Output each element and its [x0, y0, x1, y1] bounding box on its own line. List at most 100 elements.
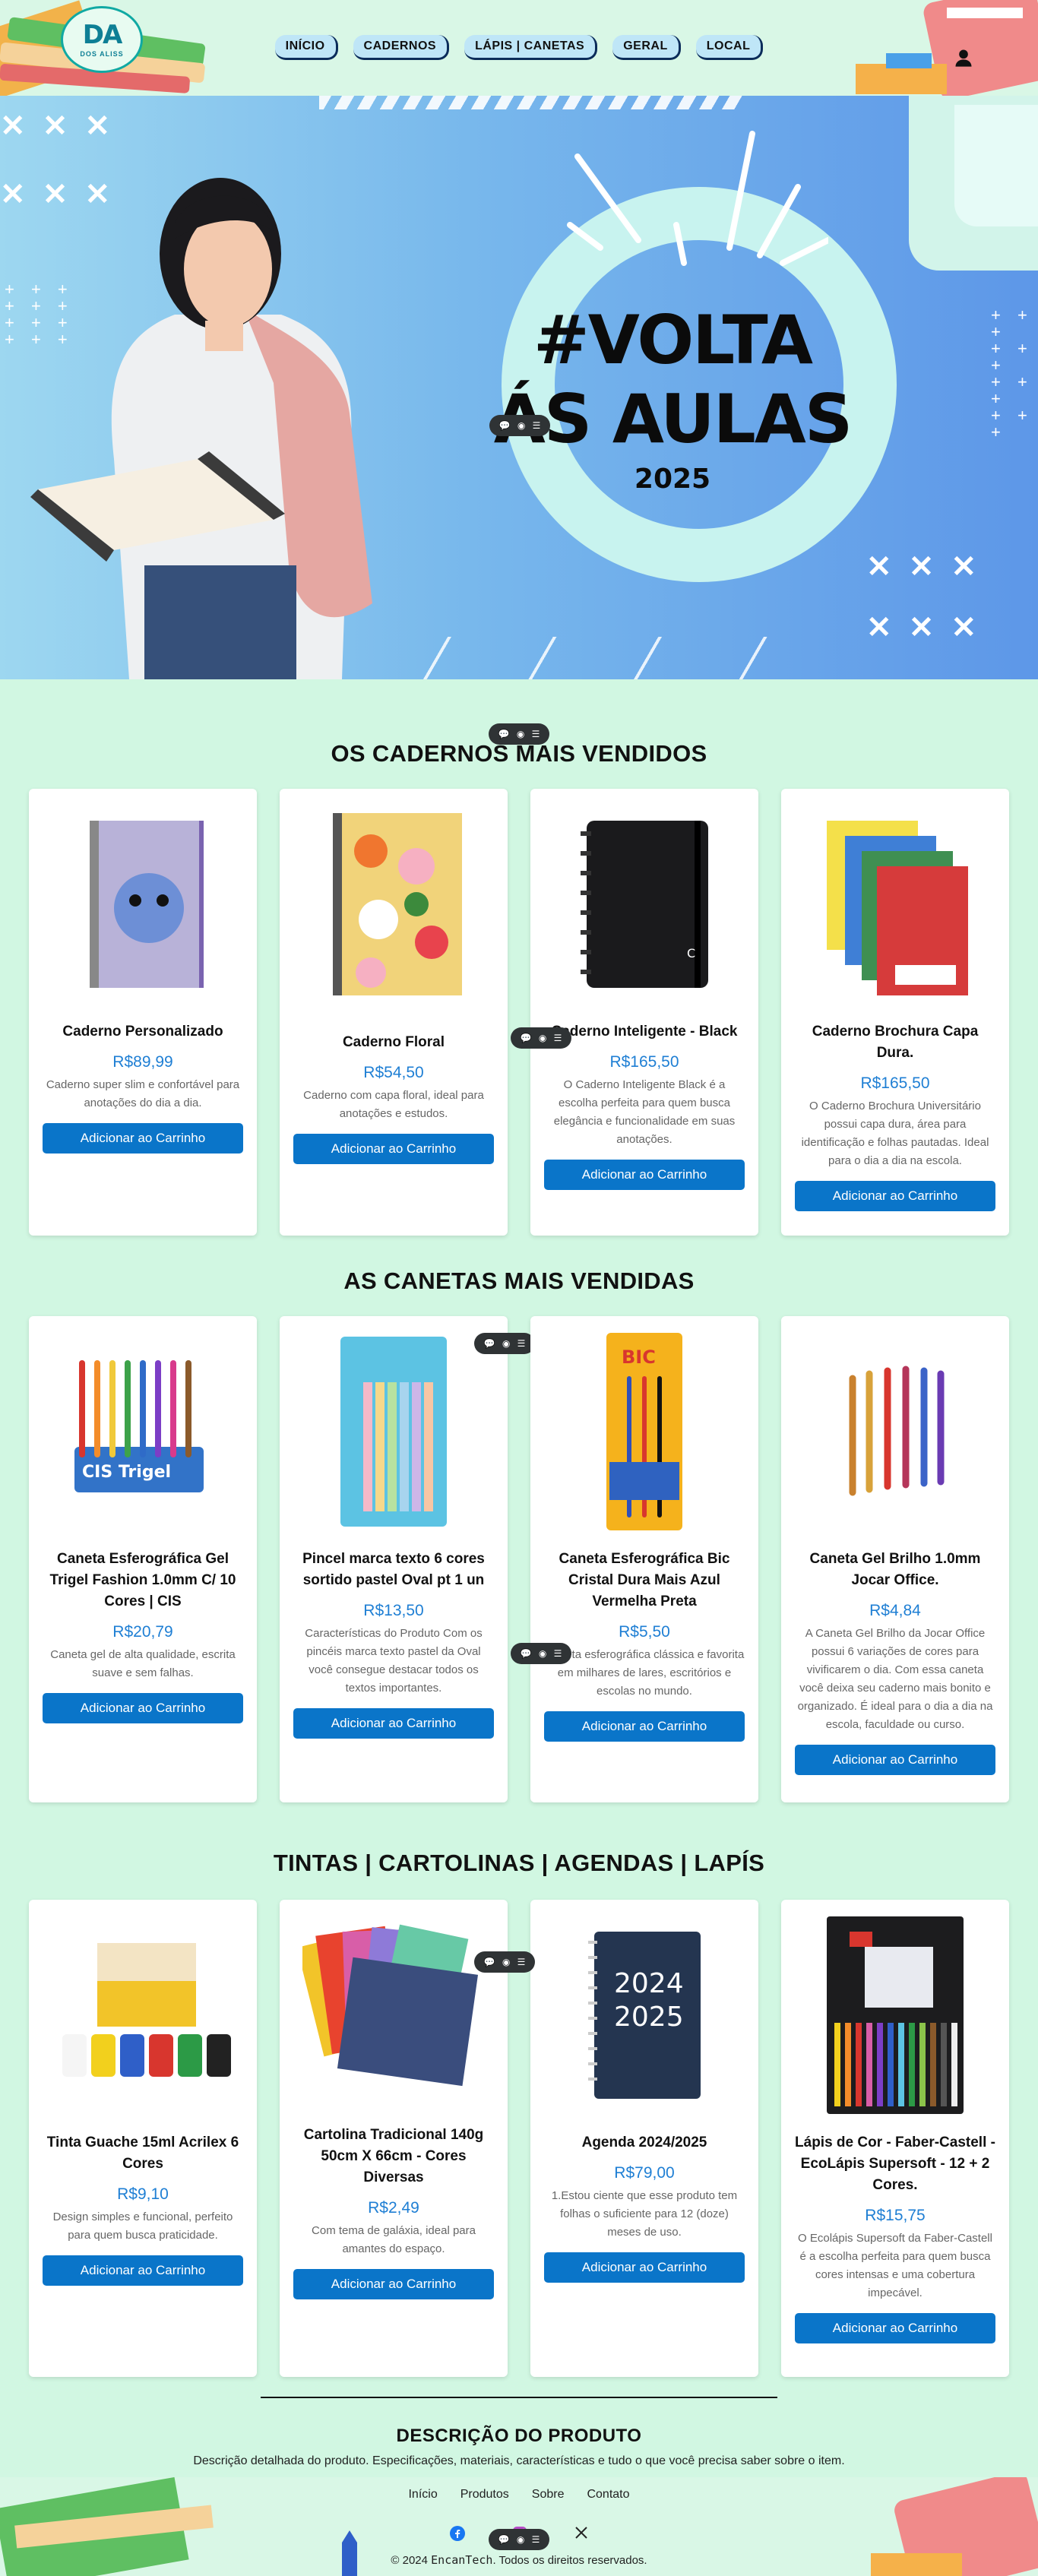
product-description: 1.Estou ciente que esse produto tem folh… [551, 2189, 738, 2239]
add-to-cart-button[interactable]: Adicionar ao Carrinho [43, 1693, 243, 1723]
eye-icon[interactable]: ◉ [539, 1033, 546, 1043]
menu-icon[interactable]: ☰ [532, 729, 540, 739]
add-to-cart-button[interactable]: Adicionar ao Carrinho [293, 1134, 494, 1164]
student-illustration [30, 178, 372, 679]
facebook-icon[interactable] [450, 2526, 465, 2545]
add-to-cart-button[interactable]: Adicionar ao Carrinho [795, 1745, 995, 1775]
product-name: Caderno Inteligente - Black [551, 1024, 738, 1040]
product-card: Caderno Brochura Capa Dura. R$165,50 O C… [781, 789, 1009, 1236]
comment-icon[interactable]: 💬 [498, 729, 510, 739]
product-image [302, 1333, 485, 1530]
description-block: DESCRIÇÃO DO PRODUTO Descrição detalhada… [0, 2426, 1038, 2468]
product-name: Caneta Gel Brilho 1.0mm Jocar Office. [809, 1551, 981, 1588]
product-card: Tinta Guache 15ml Acrilex 6 Cores R$9,10… [29, 1900, 257, 2377]
add-to-cart-button[interactable]: Adicionar ao Carrinho [544, 2252, 745, 2283]
user-icon[interactable] [953, 47, 974, 72]
x-mark-decoration: ✕ ✕ ✕ [866, 550, 976, 584]
menu-icon[interactable]: ☰ [554, 1648, 562, 1659]
product-price: R$54,50 [363, 1064, 424, 1081]
footer-link-contato[interactable]: Contato [587, 2488, 629, 2502]
card-toolbar-pill[interactable]: 💬 ◉ ☰ [474, 1333, 535, 1354]
section-cadernos: 💬 ◉ ☰ OS CADERNOS MAIS VENDIDOS Caderno Pe… [0, 679, 1038, 1236]
svg-text:2025: 2025 [614, 2002, 684, 2033]
product-image: 2024 2025 [553, 1916, 736, 2114]
eye-icon[interactable]: ◉ [539, 1648, 546, 1659]
eye-icon[interactable]: ◉ [517, 729, 524, 739]
comment-icon[interactable]: 💬 [484, 1957, 495, 1967]
footer-links: Início Produtos Sobre Contato [0, 2488, 1038, 2502]
product-name: Lápis de Cor - Faber-Castell - EcoLápis … [795, 2135, 995, 2193]
add-to-cart-button[interactable]: Adicionar ao Carrinho [43, 1123, 243, 1154]
add-to-cart-button[interactable]: Adicionar ao Carrinho [544, 1711, 745, 1742]
section-tintas: TINTAS | CARTOLINAS | AGENDAS | LAPÍS Ti… [0, 1802, 1038, 2377]
product-description: O Ecolápis Supersoft da Faber-Castell é … [798, 2232, 992, 2299]
comment-icon[interactable]: 💬 [498, 2534, 510, 2545]
product-card: Caderno Floral R$54,50 Caderno com capa … [280, 789, 508, 1236]
product-price: R$2,49 [368, 2199, 419, 2217]
product-description-section: DESCRIÇÃO DO PRODUTO Descrição detalhada… [0, 2377, 1038, 2477]
nav-local[interactable]: LOCAL [695, 35, 764, 60]
description-title: DESCRIÇÃO DO PRODUTO [396, 2426, 642, 2446]
nav-lapis-canetas[interactable]: LÁPIS | CANETAS [464, 35, 598, 60]
product-price: R$4,84 [869, 1602, 921, 1619]
comment-icon[interactable]: 💬 [484, 1338, 495, 1349]
x-mark-decoration: ✕ ✕ ✕ [0, 109, 110, 143]
hero-year: 2025 [634, 464, 711, 495]
product-grid: CIS Trigel Caneta Esferográfica Gel Trig… [0, 1316, 1038, 1802]
hero-headline: #VOLTA ÁS AULAS 2025 [471, 301, 874, 495]
hero-line-1: #VOLTA [533, 301, 813, 379]
add-to-cart-button[interactable]: Adicionar ao Carrinho [795, 1181, 995, 1211]
plus-decoration: + + + + + + + + + + + + [991, 305, 1033, 441]
eye-icon[interactable]: ◉ [517, 420, 525, 431]
comment-icon[interactable]: 💬 [521, 1648, 532, 1659]
add-to-cart-button[interactable]: Adicionar ao Carrinho [293, 1708, 494, 1739]
eye-icon[interactable]: ◉ [517, 2534, 524, 2545]
add-to-cart-button[interactable]: Adicionar ao Carrinho [293, 2269, 494, 2299]
product-price: R$89,99 [112, 1053, 173, 1071]
menu-icon[interactable]: ☰ [517, 1957, 526, 1967]
menu-icon[interactable]: ☰ [533, 420, 541, 431]
product-image [804, 1916, 986, 2114]
menu-icon[interactable]: ☰ [554, 1033, 562, 1043]
product-card: 💬 ◉ ☰ Cartolina Tradicional 140g 50cm X 66… [280, 1900, 535, 2377]
footer-link-produtos[interactable]: Produtos [460, 2488, 509, 2502]
nav-inicio[interactable]: INÍCIO [274, 35, 338, 60]
product-price: R$20,79 [112, 1623, 173, 1641]
product-image [52, 1916, 234, 2114]
x-icon[interactable] [574, 2526, 588, 2545]
site-header: DA DOS ALISS INÍCIO CADERNOS LÁPIS | CAN… [0, 0, 1038, 96]
menu-icon[interactable]: ☰ [532, 2534, 540, 2545]
nav-geral[interactable]: GERAL [612, 35, 681, 60]
nav-cadernos[interactable]: CADERNOS [353, 35, 450, 60]
menu-icon[interactable]: ☰ [517, 1338, 526, 1349]
footer-link-inicio[interactable]: Início [408, 2488, 437, 2502]
product-name: Pincel marca texto 6 cores sortido paste… [302, 1551, 485, 1588]
footer-toolbar-pill[interactable]: 💬 ◉ ☰ [489, 2529, 549, 2550]
svg-text:C: C [687, 946, 695, 960]
product-image [302, 1909, 485, 2106]
card-toolbar-pill[interactable]: 💬 ◉ ☰ [511, 1027, 571, 1049]
add-to-cart-button[interactable]: Adicionar ao Carrinho [43, 2255, 243, 2286]
site-footer: Início Produtos Sobre Contato 💬 ◉ ☰ © 2024… [0, 2477, 1038, 2576]
footer-link-sobre[interactable]: Sobre [532, 2488, 565, 2502]
copyright-prefix: © 2024 [391, 2554, 432, 2567]
product-name: Tinta Guache 15ml Acrilex 6 Cores [46, 2135, 239, 2172]
section-toolbar-pill[interactable]: 💬 ◉ ☰ [489, 723, 549, 745]
product-description: Caderno com capa floral, ideal para anot… [303, 1089, 484, 1120]
copyright-suffix: . Todos os direitos reservados. [492, 2554, 647, 2567]
product-price: R$13,50 [363, 1602, 424, 1619]
card-toolbar-pill[interactable]: 💬 ◉ ☰ [474, 1951, 535, 1973]
product-price: R$165,50 [609, 1053, 679, 1071]
comment-icon[interactable]: 💬 [499, 420, 511, 431]
hero-toolbar-pill[interactable]: 💬 ◉ ☰ [489, 415, 550, 436]
hero-panel-inner [954, 105, 1038, 226]
product-price: R$15,75 [865, 2207, 926, 2224]
hero-bottom-stripe [395, 637, 821, 679]
eye-icon[interactable]: ◉ [502, 1957, 510, 1967]
product-image [302, 805, 485, 1003]
card-toolbar-pill[interactable]: 💬 ◉ ☰ [511, 1643, 571, 1664]
eye-icon[interactable]: ◉ [502, 1338, 510, 1349]
add-to-cart-button[interactable]: Adicionar ao Carrinho [795, 2313, 995, 2343]
comment-icon[interactable]: 💬 [521, 1033, 532, 1043]
add-to-cart-button[interactable]: Adicionar ao Carrinho [544, 1160, 745, 1190]
